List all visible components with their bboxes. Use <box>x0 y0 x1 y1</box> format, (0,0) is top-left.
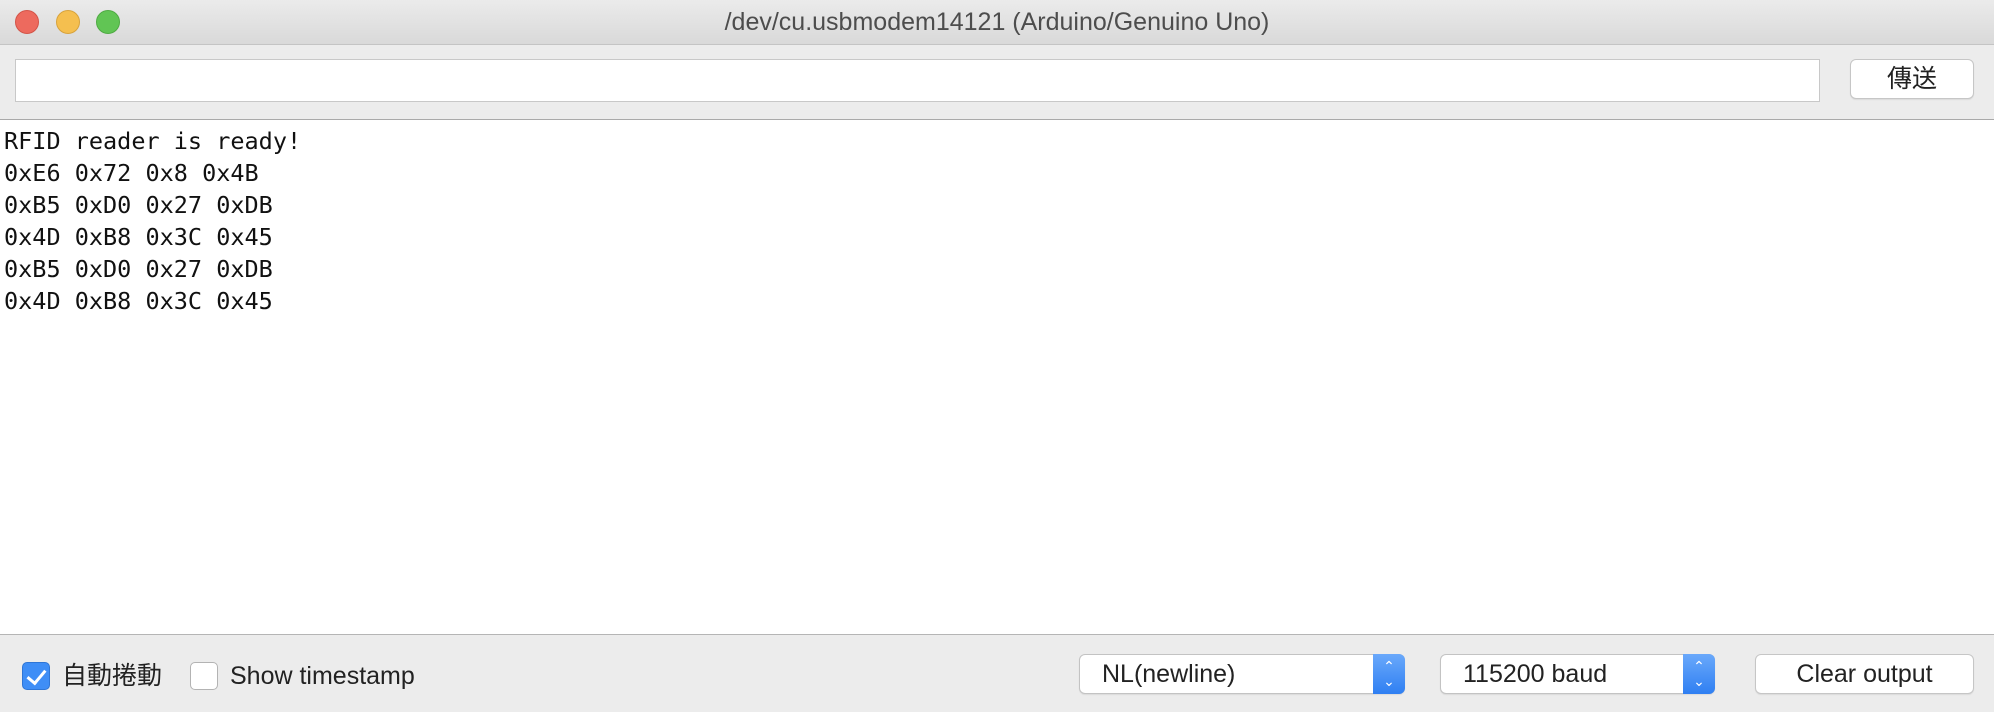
baud-rate-value: 115200 baud <box>1463 660 1608 688</box>
send-button[interactable]: 傳送 <box>1850 59 1974 99</box>
line-ending-select[interactable]: NL(newline) ⌃ ⌄ <box>1079 654 1405 694</box>
window-title: /dev/cu.usbmodem14121 (Arduino/Genuino U… <box>724 8 1270 36</box>
checkmark-icon <box>26 664 47 686</box>
title-bar: /dev/cu.usbmodem14121 (Arduino/Genuino U… <box>0 0 1994 45</box>
serial-output[interactable]: RFID reader is ready! 0xE6 0x72 0x8 0x4B… <box>0 119 1994 635</box>
clear-output-button[interactable]: Clear output <box>1755 654 1974 694</box>
output-line: 0x4D 0xB8 0x3C 0x45 <box>4 287 273 315</box>
output-line: 0xB5 0xD0 0x27 0xDB <box>4 255 273 283</box>
line-ending-value: NL(newline) <box>1102 660 1236 688</box>
baud-rate-select[interactable]: 115200 baud ⌃ ⌄ <box>1440 654 1715 694</box>
autoscroll-label[interactable]: 自動捲動 <box>62 661 162 691</box>
show-timestamp-label[interactable]: Show timestamp <box>230 661 415 691</box>
chevron-updown-icon: ⌃ ⌄ <box>1683 654 1715 694</box>
chevron-updown-icon: ⌃ ⌄ <box>1373 654 1405 694</box>
output-line: 0x4D 0xB8 0x3C 0x45 <box>4 223 273 251</box>
output-line: RFID reader is ready! <box>4 127 302 155</box>
autoscroll-checkbox[interactable] <box>22 662 50 690</box>
show-timestamp-checkbox[interactable] <box>190 662 218 690</box>
output-line: 0xE6 0x72 0x8 0x4B <box>4 159 259 187</box>
output-line: 0xB5 0xD0 0x27 0xDB <box>4 191 273 219</box>
send-input[interactable] <box>15 59 1820 102</box>
